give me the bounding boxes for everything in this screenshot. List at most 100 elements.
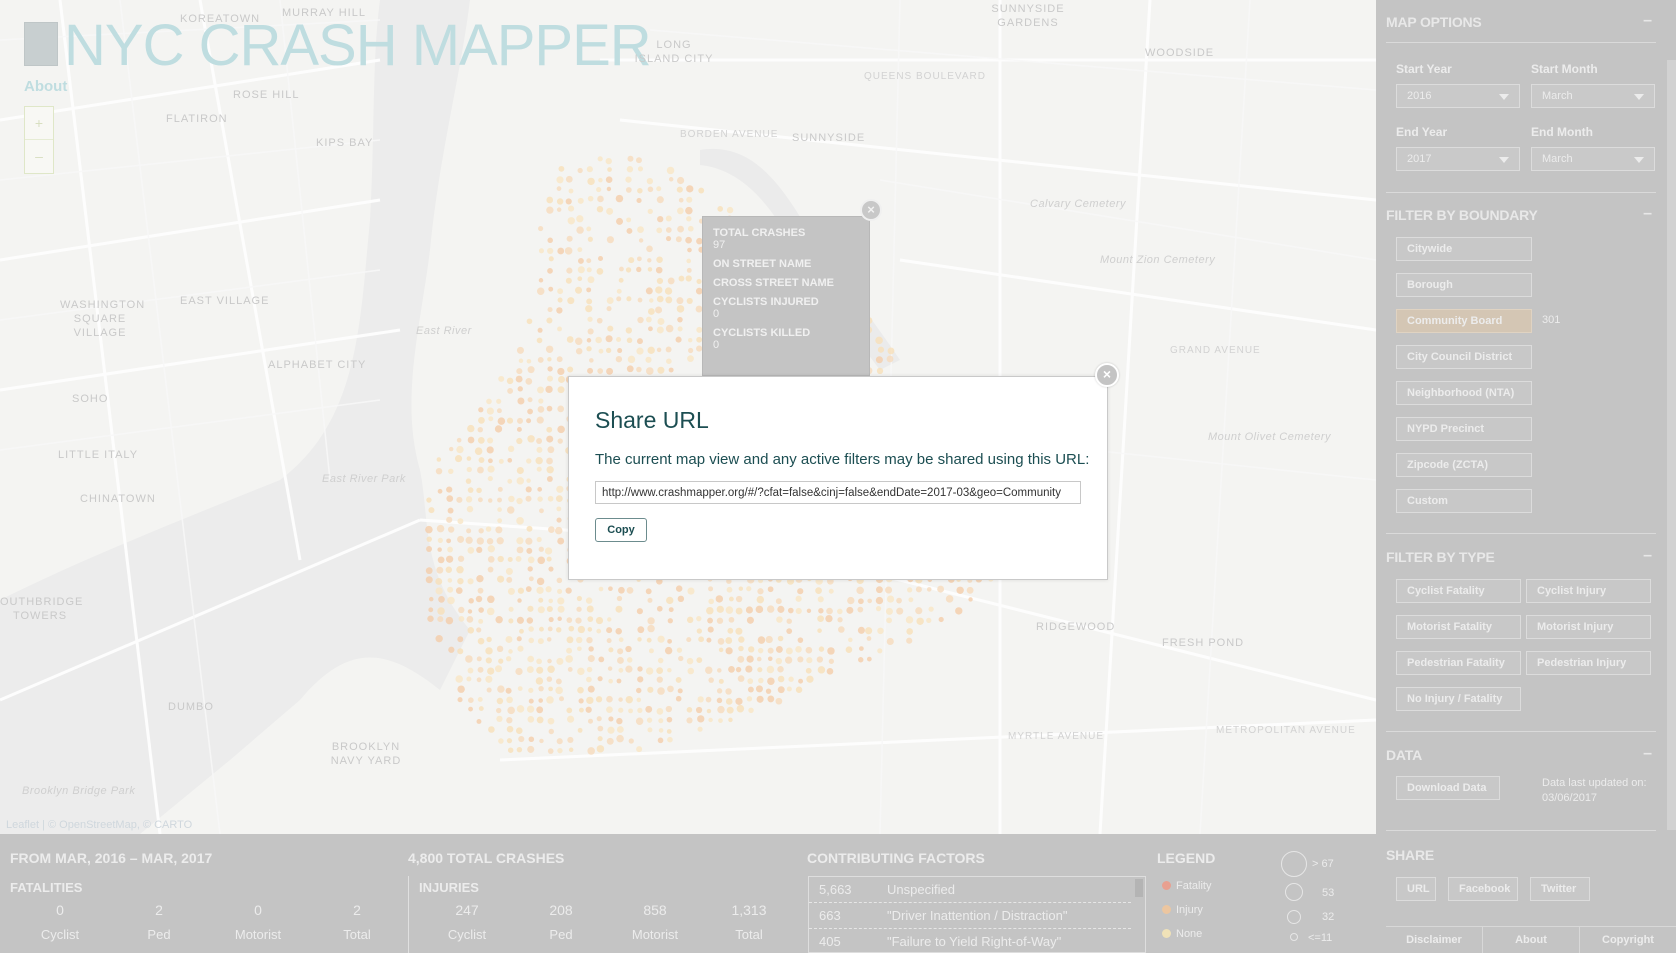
crash-point[interactable] [586,298,593,305]
crash-point[interactable] [497,575,505,583]
crash-point[interactable] [578,698,584,704]
about-link[interactable]: About [24,78,67,95]
crash-point[interactable] [725,637,733,644]
crash-point[interactable] [875,606,882,612]
crash-point[interactable] [865,627,873,635]
crash-point[interactable] [687,247,692,253]
crash-point[interactable] [546,317,553,324]
crash-point[interactable] [766,665,775,674]
crash-point[interactable] [708,586,714,592]
crash-point[interactable] [616,595,623,602]
crash-point[interactable] [686,216,692,222]
crash-point[interactable] [546,405,553,412]
crash-point[interactable] [477,666,484,673]
contributing-factors-list[interactable]: 5,663 Unspecified 663 "Driver Inattentio… [808,876,1146,953]
crash-point[interactable] [647,686,654,693]
crash-point[interactable] [887,347,895,355]
crash-point[interactable] [478,618,484,624]
crash-point[interactable] [457,636,464,643]
crash-point[interactable] [558,165,565,172]
crash-point[interactable] [476,537,484,545]
crash-point[interactable] [508,618,514,624]
crash-point[interactable] [586,258,592,264]
crash-point[interactable] [467,609,473,614]
crash-point[interactable] [655,286,663,294]
crash-point[interactable] [938,616,944,623]
crash-point[interactable] [566,267,573,274]
crash-point[interactable] [666,596,674,605]
crash-point[interactable] [928,606,934,612]
crash-point[interactable] [606,737,614,745]
crash-point[interactable] [686,637,692,643]
crash-point[interactable] [516,466,524,475]
crash-point[interactable] [858,657,864,663]
crash-point[interactable] [606,695,613,703]
crash-point[interactable] [637,226,644,233]
crash-point[interactable] [845,646,853,654]
crash-point[interactable] [606,627,613,634]
crash-point[interactable] [966,586,974,594]
crash-point[interactable] [605,176,613,183]
crash-point[interactable] [465,496,473,503]
crash-point[interactable] [467,626,475,634]
boundary-community-board-button[interactable]: Community Board [1396,309,1532,333]
crash-point[interactable] [548,566,554,572]
crash-point[interactable] [728,596,734,602]
crash-point[interactable] [536,706,544,714]
crash-point[interactable] [737,675,745,682]
crash-point[interactable] [536,586,544,594]
crash-point[interactable] [616,734,624,743]
crash-point[interactable] [577,266,585,274]
crash-point[interactable] [508,649,513,654]
crash-point[interactable] [726,706,734,714]
crash-point[interactable] [526,525,533,532]
crash-point[interactable] [735,697,743,705]
crash-point[interactable] [775,657,783,665]
crash-point[interactable] [556,207,562,212]
crash-point[interactable] [505,567,513,575]
crash-point[interactable] [536,287,545,295]
crash-point[interactable] [968,597,973,602]
crash-point[interactable] [547,357,552,362]
crash-point[interactable] [586,166,593,173]
crash-point[interactable] [628,738,634,744]
crash-point[interactable] [798,678,804,684]
crash-point[interactable] [546,206,554,214]
crash-point[interactable] [708,717,713,723]
crash-point[interactable] [547,237,553,244]
crash-point[interactable] [708,677,714,683]
crash-point[interactable] [625,327,633,334]
crash-point[interactable] [517,645,524,652]
crash-point[interactable] [507,747,514,753]
crash-point[interactable] [765,688,772,694]
crash-point[interactable] [615,605,623,613]
crash-point[interactable] [586,287,592,293]
crash-point[interactable] [537,356,544,363]
crash-point[interactable] [437,616,444,623]
crash-point[interactable] [487,458,493,464]
crash-point[interactable] [536,666,544,674]
copyright-link[interactable]: Copyright [1580,927,1676,953]
crash-point[interactable] [536,716,544,724]
crash-point[interactable] [765,635,773,644]
crash-point[interactable] [775,697,783,705]
crash-point[interactable] [656,708,664,715]
crash-point[interactable] [636,366,642,373]
crash-point[interactable] [487,667,495,675]
crash-point[interactable] [486,636,492,643]
crash-point[interactable] [548,616,554,623]
crash-point[interactable] [618,667,624,673]
crash-point[interactable] [657,657,664,664]
crash-point[interactable] [546,196,554,204]
crash-point[interactable] [647,267,653,272]
crash-point[interactable] [786,618,792,624]
crash-point[interactable] [505,687,512,694]
crash-point[interactable] [656,186,662,192]
crash-point[interactable] [577,197,584,204]
crash-point[interactable] [867,598,873,604]
crash-point[interactable] [618,277,624,283]
crash-point[interactable] [506,738,513,744]
crash-point[interactable] [838,626,845,633]
crash-point[interactable] [875,596,884,605]
crash-point[interactable] [557,297,563,303]
